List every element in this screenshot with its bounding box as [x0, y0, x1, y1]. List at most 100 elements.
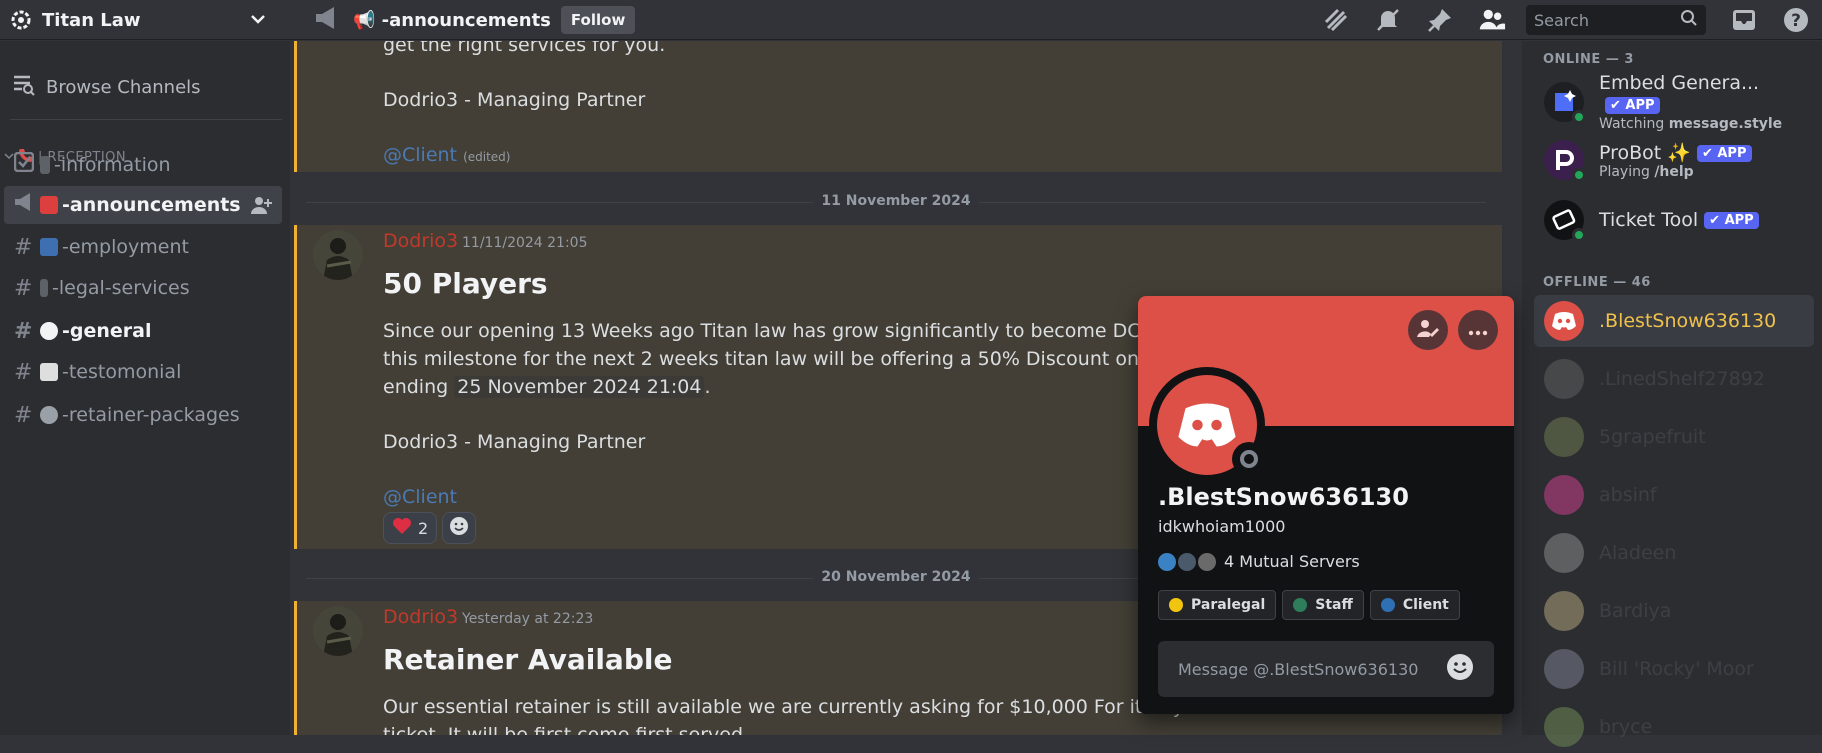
hash-icon: # — [14, 275, 33, 301]
more-icon — [1468, 321, 1488, 340]
mutual-servers-label: 4 Mutual Servers — [1224, 552, 1360, 571]
search-input[interactable]: Search — [1526, 5, 1706, 35]
reaction-heart[interactable]: 2 — [383, 512, 438, 544]
message-timestamp: Yesterday at 22:23 — [462, 611, 594, 627]
member-ticket-tool[interactable]: Ticket Tool ✔ APP — [1534, 191, 1814, 249]
browse-channels-label: Browse Channels — [46, 77, 201, 98]
smiley-icon — [449, 516, 469, 540]
avatar — [1544, 417, 1584, 457]
channel-header: 📢 -announcements Follow — [313, 0, 636, 40]
member-list-icon[interactable] — [1478, 6, 1506, 34]
sidebar-divider — [10, 119, 282, 120]
chevron-down-icon[interactable] — [249, 10, 267, 33]
message-text: ending — [383, 376, 449, 398]
embed-title: Retainer Available — [383, 643, 673, 676]
avatar — [1544, 649, 1584, 689]
help-icon[interactable]: ? — [1782, 6, 1810, 34]
emoji-picker-icon[interactable] — [1446, 653, 1474, 685]
avatar[interactable] — [313, 606, 363, 656]
link-emoji-icon — [40, 406, 58, 424]
mutual-servers[interactable]: 4 Mutual Servers — [1158, 552, 1360, 571]
member-name: Aladeen — [1599, 542, 1677, 564]
avatar[interactable] — [313, 230, 363, 280]
loudspeaker-emoji-icon — [40, 196, 58, 214]
follow-button[interactable]: Follow — [560, 6, 636, 34]
direct-message-input[interactable]: Message @.BlestSnow636130 — [1158, 641, 1494, 697]
member-name: 5grapefruit — [1599, 426, 1706, 448]
svg-text:?: ? — [1791, 11, 1801, 31]
profile-action-button[interactable] — [1408, 310, 1448, 350]
mention[interactable]: @Client — [383, 144, 457, 166]
hash-icon: # — [14, 402, 33, 428]
member-name: .LinedShelf27892 — [1599, 368, 1765, 390]
message-placeholder: Message @.BlestSnow636130 — [1178, 659, 1419, 679]
member-embed-generator[interactable]: Embed Genera...✔ APP Watching message.st… — [1534, 72, 1814, 132]
channel-title: 📢 -announcements — [353, 9, 551, 31]
notification-mute-icon[interactable] — [1374, 6, 1402, 34]
message-timestamp: 11/11/2024 21:05 — [462, 235, 588, 251]
channel-testomonial[interactable]: # -testomonial — [4, 353, 282, 391]
channel-legal-services[interactable]: # -legal-services — [4, 269, 282, 307]
more-options-button[interactable] — [1458, 310, 1498, 350]
channel-retainer-packages[interactable]: # -retainer-packages — [4, 396, 282, 434]
channel-label: -announcements — [62, 194, 241, 216]
channel-label: -employment — [62, 236, 189, 258]
online-status-indicator — [1572, 110, 1586, 124]
channel-label: -general — [62, 320, 152, 342]
message-signature: Dodrio3 - Managing Partner — [383, 89, 646, 111]
channel-label: -retainer-packages — [62, 404, 240, 426]
channel-general[interactable]: # -general — [4, 312, 282, 350]
message-text: . — [704, 376, 711, 398]
hash-icon: # — [14, 234, 33, 260]
member-linedshelf[interactable]: .LinedShelf27892 — [1534, 353, 1814, 405]
heart-icon — [392, 517, 412, 539]
toolbar: Search ? — [1298, 0, 1822, 40]
channel-information[interactable]: -information — [4, 146, 282, 184]
inbox-icon[interactable] — [1730, 6, 1758, 34]
channel-employment[interactable]: # -employment — [4, 228, 282, 266]
member-name: Ticket Tool ✔ APP — [1599, 209, 1759, 231]
avatar — [1544, 359, 1584, 399]
member-bryce[interactable]: bryce — [1534, 701, 1814, 753]
member-blestsnow[interactable]: .BlestSnow636130 — [1534, 295, 1814, 347]
member-absinf[interactable]: absinf — [1534, 469, 1814, 521]
hash-icon: # — [14, 359, 33, 385]
threads-icon[interactable] — [1322, 6, 1350, 34]
server-icon — [1158, 552, 1176, 571]
message-author[interactable]: Dodrio3 — [383, 606, 458, 628]
mention[interactable]: @Client — [383, 486, 457, 508]
member-activity: Watching message.style — [1599, 116, 1783, 132]
channel-label: -legal-services — [52, 277, 190, 299]
announcement-channel-icon — [14, 192, 40, 218]
role-color-dot — [1293, 598, 1308, 612]
embed-title: 50 Players — [383, 267, 548, 300]
member-bardiya[interactable]: Bardiya — [1534, 585, 1814, 637]
role-paralegal[interactable]: Paralegal — [1158, 590, 1277, 620]
date-chip: 25 November 2024 21:04 — [454, 376, 705, 398]
member-bill-rocky-moor[interactable]: Bill 'Rocky' Moor — [1534, 643, 1814, 695]
message-author[interactable]: Dodrio3 — [383, 230, 458, 252]
channel-announcements[interactable]: -announcements — [4, 186, 282, 224]
member-5grapefruit[interactable]: 5grapefruit — [1534, 411, 1814, 463]
member-probot[interactable]: ProBot ✨ ✔ APP Playing /help — [1534, 131, 1814, 189]
speech-bubble-emoji-icon — [40, 322, 58, 340]
jeans-emoji-icon — [40, 238, 58, 256]
add-reaction-button[interactable] — [442, 512, 476, 544]
server-settings-icon — [10, 9, 32, 31]
date-divider-label: 11 November 2024 — [813, 193, 979, 209]
edit-profile-icon — [1417, 318, 1439, 342]
offline-header: OFFLINE — 46 — [1543, 275, 1651, 290]
avatar — [1544, 82, 1586, 124]
online-status-indicator — [1572, 168, 1586, 182]
invite-member-icon[interactable] — [250, 195, 272, 220]
server-header[interactable]: Titan Law — [0, 0, 283, 40]
role-staff[interactable]: Staff — [1282, 590, 1364, 620]
member-aladeen[interactable]: Aladeen — [1534, 527, 1814, 579]
avatar — [1544, 140, 1586, 182]
app-badge: ✔ APP — [1696, 144, 1752, 162]
message-line: Since our opening 13 Weeks ago Titan law… — [383, 320, 1256, 342]
browse-channels-button[interactable]: Browse Channels — [12, 74, 201, 101]
server-icon — [1198, 552, 1216, 571]
pin-icon[interactable] — [1426, 6, 1454, 34]
role-client[interactable]: Client — [1369, 590, 1460, 620]
